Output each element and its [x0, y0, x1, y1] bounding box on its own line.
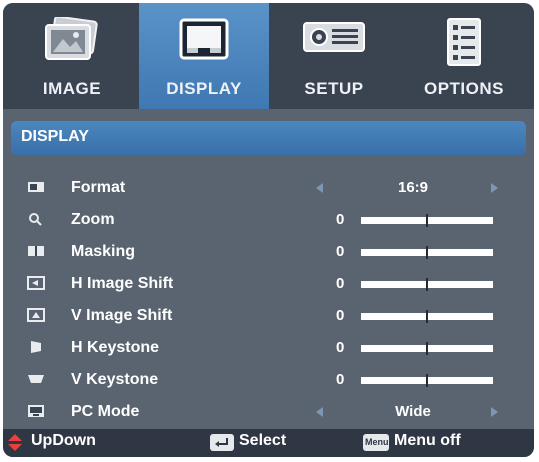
menu-item-value: 0 — [336, 243, 345, 260]
value-slider[interactable] — [361, 278, 493, 291]
slider-thumb[interactable] — [426, 310, 428, 323]
section-title: DISPLAY — [21, 128, 89, 145]
menu-item-h-image-shift[interactable]: H Image Shift 0 — [3, 268, 534, 300]
h-keystone-icon — [27, 340, 45, 354]
menu-item-v-image-shift[interactable]: V Image Shift 0 — [3, 300, 534, 332]
menu-item-label: V Image Shift — [71, 307, 173, 324]
pc-mode-icon — [27, 404, 45, 418]
tab-image[interactable]: IMAGE — [9, 3, 135, 109]
menu-item-label: V Keystone — [71, 371, 159, 388]
updown-arrows-icon — [7, 434, 23, 451]
tab-display[interactable]: DISPLAY — [139, 3, 269, 109]
h-image-shift-icon — [27, 276, 45, 290]
left-arrow-icon[interactable] — [316, 183, 323, 193]
updown-hint: UpDown — [31, 432, 96, 449]
left-arrow-icon[interactable] — [316, 407, 323, 417]
menu-item-label: H Keystone — [71, 339, 160, 356]
menu-item-value: 0 — [336, 307, 345, 324]
image-picture-icon — [43, 15, 101, 68]
tab-label: IMAGE — [42, 79, 102, 98]
display-screen-icon — [178, 17, 230, 68]
menu-item-value: 0 — [336, 275, 345, 292]
menu-key-icon: Menu — [363, 434, 389, 451]
v-keystone-icon — [27, 372, 45, 386]
format-aspect-icon — [27, 180, 45, 194]
menu-item-label: PC Mode — [71, 403, 140, 420]
slider-thumb[interactable] — [426, 246, 428, 259]
menu-item-value: 0 — [336, 339, 345, 356]
slider-thumb[interactable] — [426, 374, 428, 387]
select-hint: Select — [239, 432, 287, 449]
value-slider[interactable] — [361, 342, 493, 355]
tab-bar: IMAGE DISPLAY SETUP OPTIONS — [3, 3, 534, 109]
footer-hint-bar: UpDown Select Menu Menu off — [3, 429, 534, 457]
menu-item-value: 16:9 — [397, 179, 429, 196]
menu-item-value: 0 — [336, 371, 345, 388]
value-slider[interactable] — [361, 246, 493, 259]
menu-item-format[interactable]: Format 16:9 — [3, 172, 534, 204]
osd-menu: IMAGE DISPLAY SETUP OPTIONS DISPLAY Form… — [3, 3, 534, 457]
projector-setup-icon — [302, 17, 366, 62]
value-slider[interactable] — [361, 374, 493, 387]
menu-item-label: H Image Shift — [71, 275, 174, 292]
menu-item-h-keystone[interactable]: H Keystone 0 — [3, 332, 534, 364]
v-image-shift-icon — [27, 308, 45, 322]
tab-label: OPTIONS — [423, 79, 504, 98]
right-arrow-icon[interactable] — [491, 183, 498, 193]
options-list-icon — [445, 17, 483, 72]
tab-label: DISPLAY — [166, 79, 242, 98]
tab-setup[interactable]: SETUP — [273, 3, 395, 109]
menu-item-zoom[interactable]: Zoom 0 — [3, 204, 534, 236]
zoom-magnifier-icon — [27, 212, 45, 226]
menu-item-label: Format — [71, 179, 126, 196]
right-arrow-icon[interactable] — [491, 407, 498, 417]
menu-item-v-keystone[interactable]: V Keystone 0 — [3, 364, 534, 396]
slider-thumb[interactable] — [426, 342, 428, 355]
menu-item-value: 0 — [336, 211, 345, 228]
masking-icon — [27, 244, 45, 258]
value-slider[interactable] — [361, 214, 493, 227]
menu-item-pc-mode[interactable]: PC Mode Wide — [3, 396, 534, 428]
menu-item-value: Wide — [395, 403, 431, 420]
value-slider[interactable] — [361, 310, 493, 323]
menu-off-hint: Menu off — [394, 432, 461, 449]
menu-item-label: Zoom — [71, 211, 115, 228]
slider-thumb[interactable] — [426, 278, 428, 291]
section-header: DISPLAY — [11, 121, 526, 155]
slider-thumb[interactable] — [426, 214, 428, 227]
tab-label: SETUP — [304, 79, 364, 98]
menu-item-label: Masking — [71, 243, 136, 260]
menu-item-masking[interactable]: Masking 0 — [3, 236, 534, 268]
tab-options[interactable]: OPTIONS — [399, 3, 529, 109]
enter-key-icon — [210, 434, 234, 451]
